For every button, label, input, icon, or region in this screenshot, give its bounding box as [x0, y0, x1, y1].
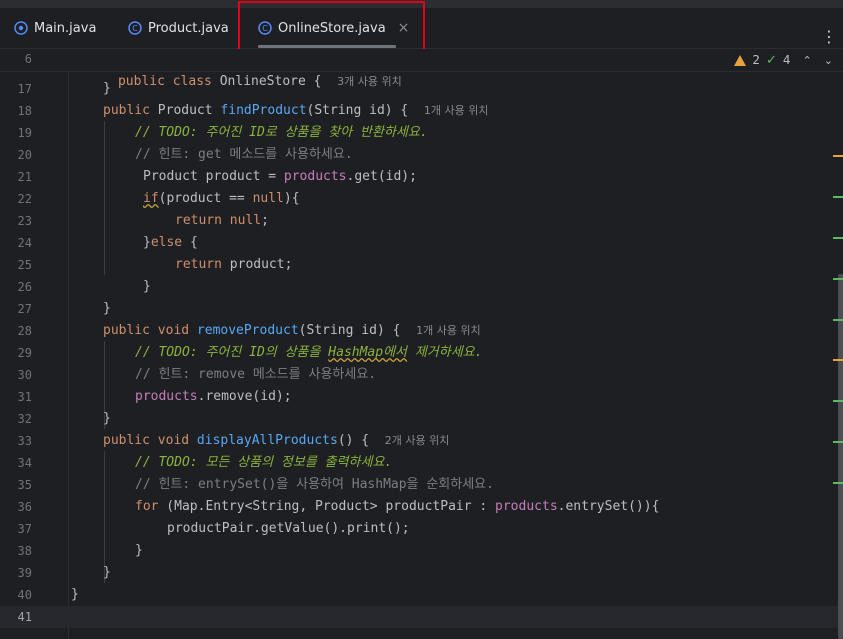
code-editor[interactable]: 6 public class OnlineStore { 3개 사용 위치 2 …: [0, 49, 843, 639]
line-number: 20: [17, 148, 32, 162]
line-number: 30: [17, 368, 32, 382]
todo-comment: // TODO: 모든 상품의 정보를 출력하세요.: [135, 455, 393, 470]
warning-count: 2: [752, 53, 761, 67]
ok-marker[interactable]: [833, 278, 843, 280]
line-number: 21: [17, 170, 32, 184]
comment: // 힌트: get 메소드를 사용하세요.: [135, 147, 353, 162]
ok-marker[interactable]: [833, 237, 843, 239]
line-number: 35: [17, 478, 32, 492]
code-line: return product;: [175, 257, 293, 272]
tab-main-java[interactable]: Main.java: [14, 8, 96, 48]
line-number: 29: [17, 346, 32, 360]
svg-text:C: C: [132, 24, 138, 33]
line-number: 41: [17, 610, 32, 624]
chevron-up-icon[interactable]: ⌃: [803, 54, 812, 67]
line-number: 36: [17, 500, 32, 514]
code-line: productPair.getValue().print();: [167, 521, 410, 536]
current-line-highlight: [0, 606, 843, 628]
method-name: displayAllProducts: [189, 433, 338, 448]
java-class-run-icon: [14, 21, 28, 35]
comment: // 힌트: entrySet()을 사용하여 HashMap을 순회하세요.: [135, 477, 494, 492]
highlight-box: [238, 1, 425, 55]
code-line: for (Map.Entry<String, Product> productP…: [135, 499, 660, 514]
usage-hint: 1개 사용 위치: [423, 104, 489, 117]
warning-icon: [734, 54, 747, 66]
code-line: public void removeProduct(String id) { 1…: [103, 323, 481, 338]
vertical-scrollbar[interactable]: [838, 274, 843, 639]
code-line: return null;: [175, 213, 269, 228]
method-name: findProduct: [220, 103, 307, 118]
check-icon: ✓: [766, 52, 777, 68]
sticky-class-header: 6 public class OnlineStore { 3개 사용 위치: [0, 49, 843, 89]
line-number: 39: [17, 566, 32, 580]
indent-guide: [104, 121, 105, 275]
ok-marker[interactable]: [833, 196, 843, 198]
code-line: if(product == null){: [143, 191, 300, 206]
inspection-widget[interactable]: 2 ✓ 4 ⌃ ⌄: [734, 49, 833, 71]
line-number: 17: [17, 82, 32, 96]
line-number: 28: [17, 324, 32, 338]
line-number: 23: [17, 214, 32, 228]
java-class-icon: C: [128, 21, 142, 35]
code-line: }: [103, 301, 111, 316]
line-number: 18: [17, 104, 32, 118]
tab-label: Product.java: [148, 20, 229, 36]
line-number: 22: [17, 192, 32, 206]
code-line: public Product findProduct(String id) { …: [103, 103, 489, 118]
usage-hint: 3개 사용 위치: [337, 75, 402, 88]
tab-product-java[interactable]: C Product.java: [128, 8, 229, 48]
code-line: }: [135, 543, 143, 558]
line-number: 27: [17, 302, 32, 316]
code-line: }: [71, 587, 79, 602]
chevron-down-icon[interactable]: ⌄: [824, 54, 833, 67]
line-number: 34: [17, 456, 32, 470]
code-line: }: [103, 565, 111, 580]
ok-marker[interactable]: [833, 482, 843, 484]
code-line: products.remove(id);: [135, 389, 292, 404]
ok-marker[interactable]: [833, 319, 843, 321]
code-line: Product product = products.get(id);: [143, 169, 417, 184]
todo-comment: // TODO: 주어진 ID의 상품을 HashMap에서 제거하세요.: [135, 345, 483, 360]
line-number: 25: [17, 258, 32, 272]
line-number: 40: [17, 588, 32, 602]
comment: // 힌트: remove 메소드를 사용하세요.: [135, 367, 377, 382]
keyword: public class: [117, 74, 212, 89]
usage-hint: 2개 사용 위치: [384, 434, 450, 447]
class-name: OnlineStore {: [211, 74, 322, 89]
ok-marker[interactable]: [833, 400, 843, 402]
line-number: 26: [17, 280, 32, 294]
line-number: 32: [17, 412, 32, 426]
line-number: 38: [17, 544, 32, 558]
line-number: 6: [24, 52, 32, 66]
line-number: 31: [17, 390, 32, 404]
code-line: }else {: [143, 235, 198, 250]
method-name: removeProduct: [189, 323, 299, 338]
line-number: 37: [17, 522, 32, 536]
tab-label: Main.java: [34, 20, 97, 36]
ok-count: 4: [782, 53, 791, 67]
ok-marker[interactable]: [833, 441, 843, 443]
code-line: }: [143, 279, 151, 294]
todo-comment: // TODO: 주어진 ID로 상품을 찾아 반환하세요.: [135, 125, 428, 140]
warning-marker[interactable]: [833, 155, 843, 157]
usage-hint: 1개 사용 위치: [416, 324, 481, 337]
warning-marker[interactable]: [833, 359, 843, 361]
code-line: }: [103, 411, 111, 426]
line-number: 33: [17, 434, 32, 448]
code-line: public void displayAllProducts() { 2개 사용…: [103, 433, 450, 448]
line-number: 19: [17, 126, 32, 140]
line-number: 24: [17, 236, 32, 250]
